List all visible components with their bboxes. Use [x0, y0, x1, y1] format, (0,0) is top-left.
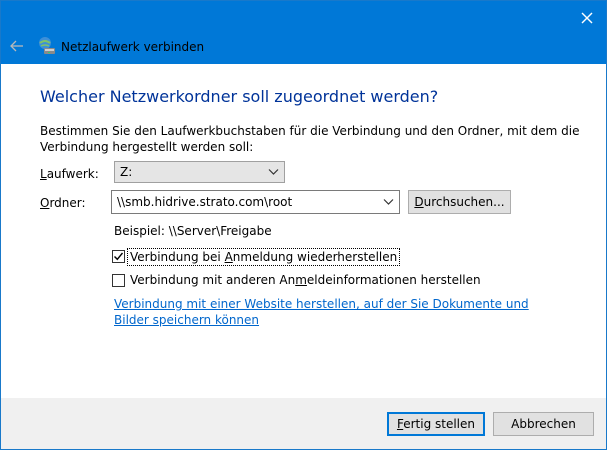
- other-credentials-checkbox-label[interactable]: Verbindung mit anderen Anmeldeinformatio…: [130, 273, 481, 287]
- close-icon: [581, 12, 593, 24]
- reconnect-checkbox-label[interactable]: Verbindung bei Anmeldung wiederherstelle…: [127, 248, 401, 266]
- checkmark-icon: [114, 252, 124, 261]
- chevron-down-icon[interactable]: [383, 198, 394, 206]
- folder-path-value: \\smb.hidrive.strato.com\root: [117, 195, 293, 209]
- title-bar: [1, 1, 606, 64]
- other-credentials-checkbox[interactable]: [112, 274, 125, 287]
- close-button[interactable]: [576, 7, 598, 29]
- finish-button[interactable]: Fertig stellen: [387, 412, 485, 436]
- drive-letter-select[interactable]: Z:: [114, 161, 285, 183]
- example-hint: Beispiel: \\Server\Freigabe: [114, 224, 272, 238]
- network-drive-icon: [37, 36, 57, 56]
- chevron-down-icon: [268, 169, 279, 175]
- website-connect-link[interactable]: Verbindung mit einer Website herstellen,…: [114, 296, 564, 328]
- reconnect-checkbox[interactable]: [112, 250, 125, 263]
- browse-button[interactable]: Durchsuchen...: [408, 190, 511, 214]
- dialog-window: Netzlaufwerk verbinden Welcher Netzwerko…: [0, 0, 607, 450]
- window-title: Netzlaufwerk verbinden: [61, 40, 205, 54]
- page-heading: Welcher Netzwerkordner soll zugeordnet w…: [40, 87, 439, 106]
- drive-label: Laufwerk:: [40, 167, 99, 181]
- back-button[interactable]: [9, 39, 25, 53]
- folder-label: Ordner:: [40, 196, 86, 210]
- dialog-footer: Fertig stellen Abbrechen: [1, 398, 606, 449]
- folder-path-combobox[interactable]: \\smb.hidrive.strato.com\root: [111, 190, 400, 214]
- description-text: Bestimmen Sie den Laufwerkbuchstaben für…: [40, 124, 580, 154]
- cancel-button[interactable]: Abbrechen: [493, 412, 594, 436]
- drive-letter-value: Z:: [120, 165, 133, 179]
- back-arrow-icon: [10, 40, 23, 52]
